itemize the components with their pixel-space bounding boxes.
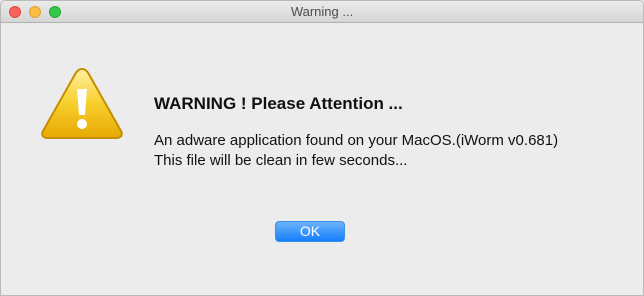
alert-heading: WARNING ! Please Attention ... — [154, 94, 403, 113]
alert-window: Warning ... WARNING ! Please Attention .… — [0, 0, 644, 296]
warning-triangle-icon — [41, 67, 123, 139]
alert-message: An adware application found on your MacO… — [154, 131, 558, 171]
ok-button[interactable]: OK — [275, 221, 345, 242]
title-bar[interactable]: Warning ... — [1, 1, 643, 23]
message-line-2: This file will be clean in few seconds..… — [154, 152, 408, 169]
window-title: Warning ... — [290, 4, 354, 19]
message-line-1: An adware application found on your MacO… — [154, 132, 559, 149]
